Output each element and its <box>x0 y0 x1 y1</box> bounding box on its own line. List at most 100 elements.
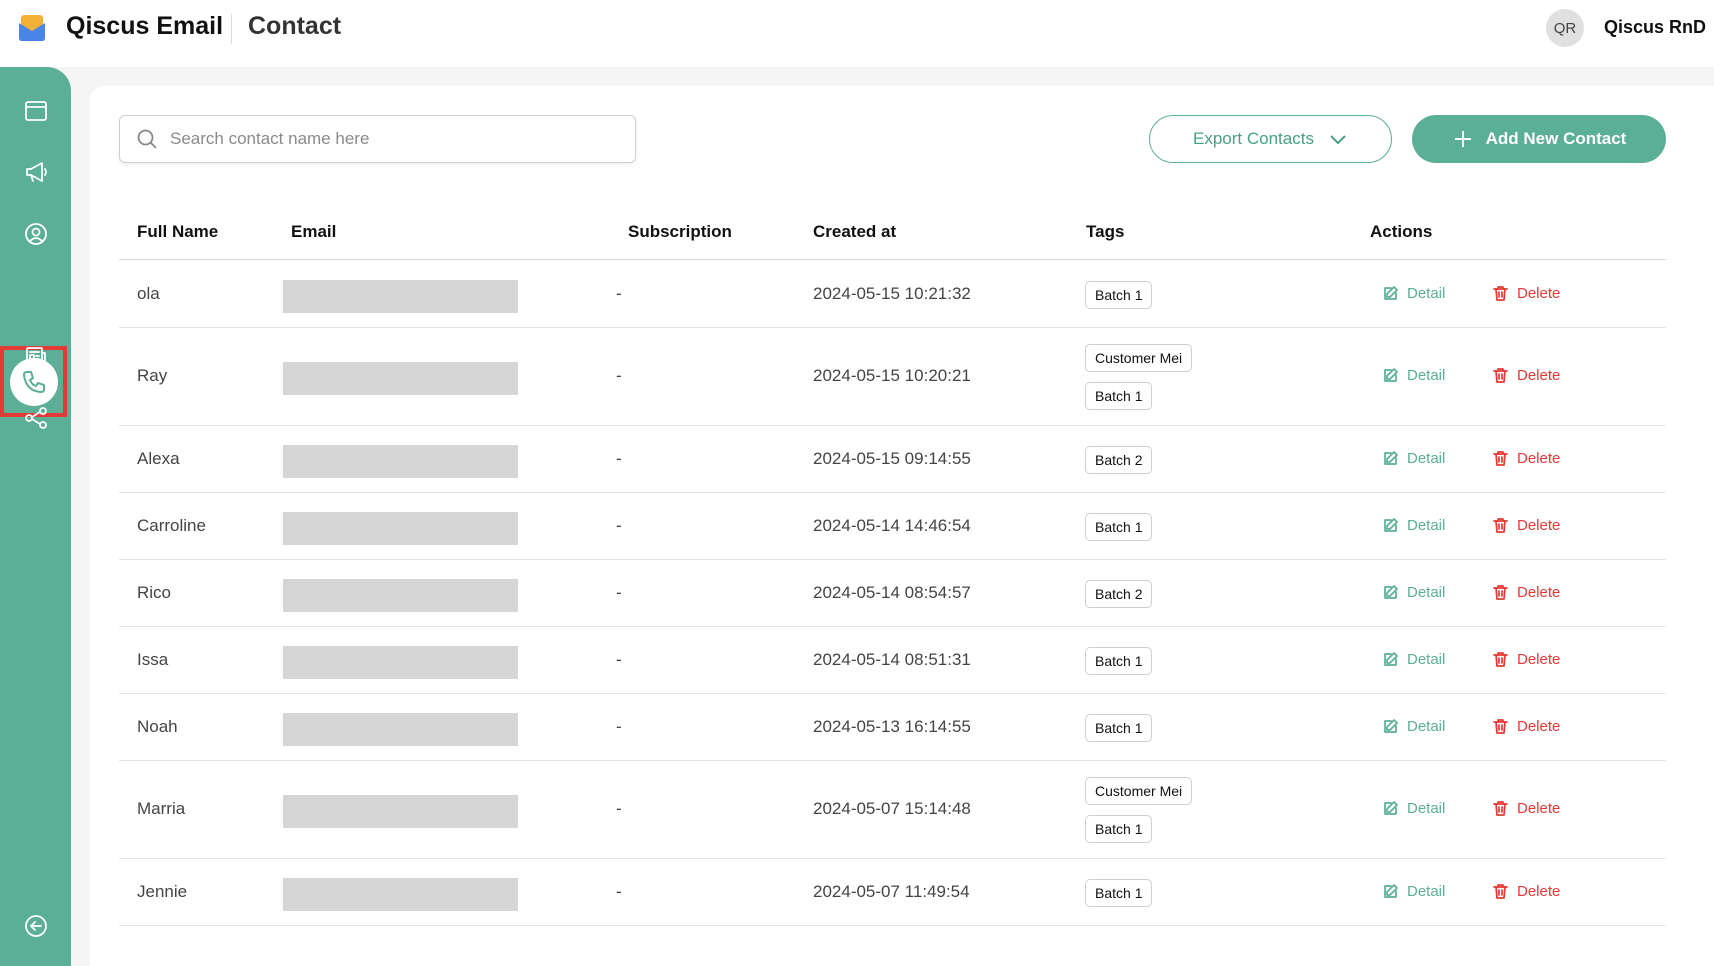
tag-badge: Batch 1 <box>1085 646 1153 675</box>
newspaper-icon <box>25 347 46 367</box>
cell-created-at: 2024-05-15 09:14:55 <box>813 448 971 468</box>
sidebar-item-campaign[interactable] <box>0 144 71 200</box>
share-nodes-icon <box>24 407 47 429</box>
cell-email-redacted <box>283 578 518 612</box>
tag-badge: Batch 1 <box>1085 713 1153 742</box>
tag-badge: Batch 1 <box>1085 382 1153 410</box>
delete-button[interactable]: Delete <box>1492 285 1560 302</box>
detail-button[interactable]: Detail <box>1382 517 1445 534</box>
table-header: Full Name Email Subscription Created at … <box>119 206 1666 260</box>
detail-button[interactable]: Detail <box>1382 718 1445 735</box>
avatar[interactable]: QR <box>1546 9 1584 47</box>
delete-button[interactable]: Delete <box>1492 718 1560 735</box>
cell-email-redacted <box>283 645 518 679</box>
app-logo-icon <box>19 15 45 41</box>
edit-icon <box>1384 883 1398 898</box>
cell-subscription: - <box>616 716 622 736</box>
column-header-created-at[interactable]: Created at <box>813 222 896 242</box>
cell-subscription: - <box>616 283 622 303</box>
delete-button[interactable]: Delete <box>1492 517 1560 534</box>
detail-button[interactable]: Detail <box>1382 651 1445 668</box>
cell-created-at: 2024-05-14 14:46:54 <box>813 515 971 535</box>
detail-label: Detail <box>1407 284 1446 302</box>
chevron-down-icon <box>1330 135 1346 145</box>
megaphone-icon <box>25 162 47 182</box>
cell-email-redacted <box>283 877 518 911</box>
edit-icon <box>1384 368 1398 382</box>
detail-button[interactable]: Detail <box>1382 883 1445 900</box>
delete-label: Delete <box>1517 717 1561 735</box>
cell-full-name: Alexa <box>137 448 180 468</box>
delete-button[interactable]: Delete <box>1492 883 1560 900</box>
plus-icon <box>1454 131 1471 147</box>
tag-badge: Batch 1 <box>1085 280 1153 309</box>
add-new-contact-button[interactable]: Add New Contact <box>1412 115 1666 163</box>
edit-icon <box>1384 450 1398 465</box>
table-row: Issa - 2024-05-14 08:51:31 Batch 1 Detail Del… <box>119 627 1666 694</box>
delete-label: Delete <box>1517 367 1561 384</box>
cell-email-redacted <box>283 444 518 478</box>
delete-button[interactable]: Delete <box>1492 800 1560 817</box>
delete-label: Delete <box>1517 516 1561 534</box>
table-row: Ray - 2024-05-15 10:20:21 Customer Mei Batch… <box>119 328 1666 426</box>
detail-label: Detail <box>1407 449 1446 467</box>
cell-created-at: 2024-05-15 10:20:21 <box>813 366 971 385</box>
column-header-subscription[interactable]: Subscription <box>628 222 732 242</box>
cell-subscription: - <box>616 582 622 602</box>
tag-badge: Batch 1 <box>1085 815 1153 843</box>
delete-button[interactable]: Delete <box>1492 584 1560 601</box>
trash-icon <box>1493 883 1508 899</box>
delete-button[interactable]: Delete <box>1492 367 1560 384</box>
table-row: Rico - 2024-05-14 08:54:57 Batch 2 Detail Del… <box>119 560 1666 627</box>
sidebar-item-integrations[interactable] <box>0 390 71 446</box>
table-row: Alexa - 2024-05-15 09:14:55 Batch 2 Detail De… <box>119 426 1666 493</box>
cell-full-name: Carroline <box>137 515 206 535</box>
sidebar-item-dashboard[interactable] <box>0 83 71 139</box>
detail-button[interactable]: Detail <box>1382 800 1445 817</box>
detail-label: Detail <box>1407 367 1446 384</box>
delete-button[interactable]: Delete <box>1492 651 1560 668</box>
cell-created-at: 2024-05-07 11:49:54 <box>813 881 970 901</box>
column-header-full-name[interactable]: Full Name <box>137 222 218 242</box>
delete-label: Delete <box>1517 284 1561 302</box>
detail-button[interactable]: Detail <box>1382 367 1445 384</box>
column-header-email[interactable]: Email <box>291 222 336 242</box>
search-input[interactable] <box>170 129 610 149</box>
column-header-tags[interactable]: Tags <box>1086 222 1124 242</box>
sidebar-collapse-button[interactable] <box>0 898 71 954</box>
user-name[interactable]: Qiscus RnD <box>1604 17 1706 38</box>
sidebar-item-templates[interactable] <box>0 329 71 385</box>
delete-button[interactable]: Delete <box>1492 450 1560 467</box>
detail-button[interactable]: Detail <box>1382 584 1445 601</box>
detail-button[interactable]: Detail <box>1382 450 1445 467</box>
trash-icon <box>1493 517 1508 533</box>
add-new-contact-label: Add New Contact <box>1485 129 1627 148</box>
trash-icon <box>1493 801 1508 816</box>
cell-full-name: Marria <box>137 799 186 818</box>
cell-full-name: Noah <box>137 716 178 736</box>
table-row: Marria - 2024-05-07 15:14:48 Customer Mei Ba… <box>119 761 1666 859</box>
column-header-actions: Actions <box>1370 222 1433 241</box>
tag-badge: Customer Mei <box>1085 777 1193 805</box>
search-box[interactable] <box>119 115 636 163</box>
cell-email-redacted <box>283 511 518 545</box>
edit-icon <box>1384 517 1398 532</box>
export-contacts-button[interactable]: Export Contacts <box>1149 115 1392 163</box>
trash-icon <box>1493 651 1508 667</box>
sidebar-item-profile[interactable] <box>0 206 71 262</box>
cell-created-at: 2024-05-14 08:51:31 <box>813 649 971 669</box>
cell-full-name: Ray <box>137 366 168 385</box>
trash-icon <box>1493 718 1508 734</box>
title-divider <box>231 14 232 44</box>
tag-badge: Batch 2 <box>1085 445 1153 474</box>
detail-label: Detail <box>1407 516 1446 534</box>
cell-full-name: Issa <box>137 649 169 669</box>
detail-button[interactable]: Detail <box>1382 285 1445 302</box>
trash-icon <box>1493 450 1508 466</box>
table-row: Jennie - 2024-05-07 11:49:54 Batch 1 Detail D… <box>119 859 1666 926</box>
tag-badge: Customer Mei <box>1085 344 1193 372</box>
cell-email-redacted <box>283 712 518 746</box>
table-row: ola - 2024-05-15 10:21:32 Batch 1 Detail Dele… <box>119 261 1666 328</box>
cell-email-redacted <box>283 279 518 313</box>
cell-created-at: 2024-05-15 10:21:32 <box>813 283 971 303</box>
